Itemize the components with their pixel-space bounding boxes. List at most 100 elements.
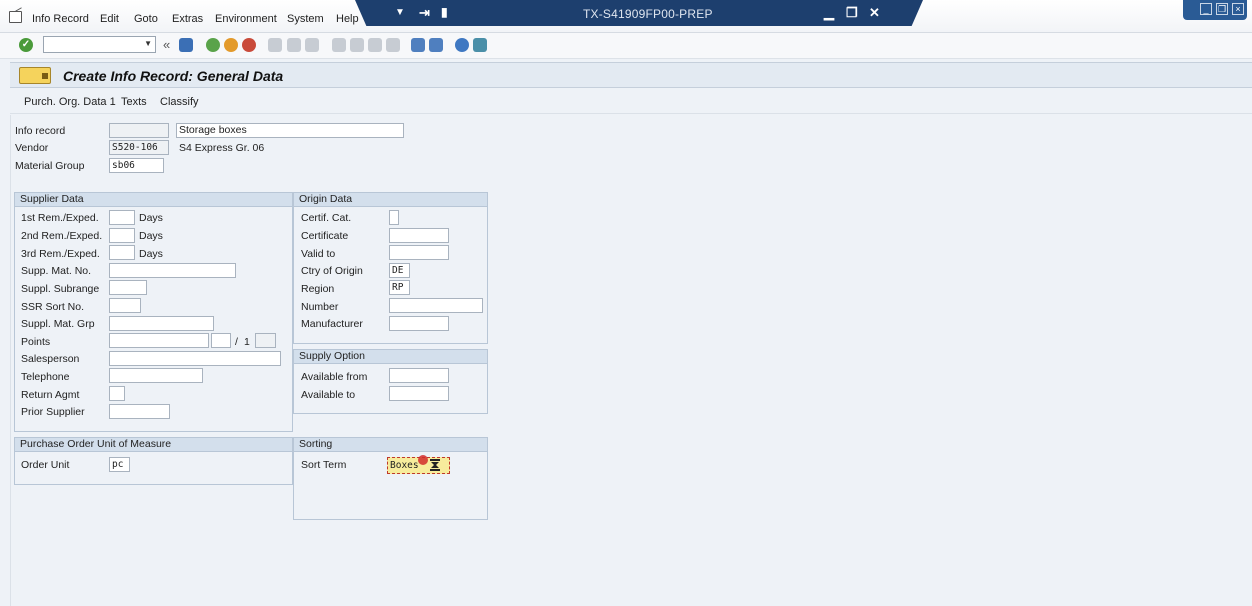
ssr-sort-input[interactable]	[109, 298, 141, 313]
rem3-days: Days	[139, 248, 163, 260]
return-agmt-label: Return Agmt	[21, 389, 80, 401]
supp-mat-no-input[interactable]	[109, 263, 236, 278]
certif-cat-label: Certif. Cat.	[301, 212, 352, 224]
texts-button[interactable]: Texts	[121, 96, 147, 108]
main-content: Info record Storage boxes Vendor S520-10…	[10, 115, 1252, 606]
hourglass-cursor-icon	[430, 459, 440, 471]
points-label: Points	[21, 336, 51, 348]
available-from-input[interactable]	[389, 368, 449, 383]
next-page-icon[interactable]	[368, 38, 382, 52]
first-page-icon[interactable]	[332, 38, 346, 52]
suppl-mat-grp-label: Suppl. Mat. Grp	[21, 318, 95, 330]
certificate-input[interactable]	[389, 228, 449, 243]
manufacturer-label: Manufacturer	[301, 318, 363, 330]
info-record-icon	[19, 67, 51, 84]
help-icon[interactable]	[455, 38, 469, 52]
create-session-icon[interactable]	[411, 38, 425, 52]
points-per-unit-input[interactable]	[255, 333, 276, 348]
sorting-title: Sorting	[294, 438, 487, 452]
menu-goto[interactable]: Goto	[134, 13, 158, 25]
customize-dropdown-icon[interactable]: ▼	[395, 7, 405, 18]
points-input[interactable]	[109, 333, 209, 348]
cancel-icon[interactable]	[242, 38, 256, 52]
certificate-label: Certificate	[301, 230, 349, 242]
sorting-group: Sorting	[293, 437, 488, 520]
prior-supplier-input[interactable]	[109, 404, 170, 419]
info-record-input[interactable]	[109, 123, 169, 138]
find-next-icon[interactable]	[305, 38, 319, 52]
outer-restore-icon[interactable]: ❐	[1216, 3, 1228, 15]
valid-to-input[interactable]	[389, 245, 449, 260]
click-indicator-icon	[418, 455, 428, 465]
rem2-label: 2nd Rem./Exped.	[21, 230, 103, 242]
supply-option-title: Supply Option	[294, 350, 487, 364]
material-group-label: Material Group	[15, 160, 85, 172]
outer-close-icon[interactable]: ×	[1232, 3, 1244, 15]
window-title: TX-S41909FP00-PREP	[583, 7, 713, 21]
menu-edit[interactable]: Edit	[100, 13, 119, 25]
telephone-label: Telephone	[21, 371, 70, 383]
region-input[interactable]: RP	[389, 280, 410, 295]
vendor-label: Vendor	[15, 142, 49, 154]
valid-to-label: Valid to	[301, 248, 336, 260]
number-label: Number	[301, 301, 339, 313]
outer-window-controls: _ ❐ ×	[1183, 0, 1247, 20]
save-icon[interactable]	[179, 38, 193, 52]
rem1-input[interactable]	[109, 210, 135, 225]
menu-help[interactable]: Help	[336, 13, 359, 25]
previous-page-icon[interactable]	[350, 38, 364, 52]
origin-data-title: Origin Data	[294, 193, 487, 207]
exit-icon[interactable]	[224, 38, 238, 52]
suppl-mat-grp-input[interactable]	[109, 316, 214, 331]
print-icon[interactable]	[268, 38, 282, 52]
enter-check-icon[interactable]: ✓	[19, 38, 33, 52]
info-record-text-input[interactable]: Storage boxes	[176, 123, 404, 138]
telephone-input[interactable]	[109, 368, 203, 383]
menu-bar: Info Record Edit Goto Extras Environment…	[0, 0, 1252, 33]
maximize-icon[interactable]: ❐	[846, 5, 858, 21]
ssr-sort-label: SSR Sort No.	[21, 301, 85, 313]
material-group-input[interactable]: sb06	[109, 158, 164, 173]
menu-environment[interactable]: Environment	[215, 13, 277, 25]
points-unit-input[interactable]	[211, 333, 231, 348]
number-input[interactable]	[389, 298, 483, 313]
available-to-label: Available to	[301, 389, 356, 401]
close-icon[interactable]: ✕	[869, 5, 880, 21]
rem2-input[interactable]	[109, 228, 135, 243]
manufacturer-input[interactable]	[389, 316, 449, 331]
find-icon[interactable]	[287, 38, 301, 52]
vendor-name: S4 Express Gr. 06	[179, 142, 265, 154]
rem3-input[interactable]	[109, 245, 135, 260]
rem1-days: Days	[139, 212, 163, 224]
outer-minimize-icon[interactable]: _	[1200, 3, 1212, 15]
pin-icon[interactable]: ⇥	[419, 5, 430, 21]
last-page-icon[interactable]	[386, 38, 400, 52]
prior-supplier-label: Prior Supplier	[21, 406, 85, 418]
subrange-label: Suppl. Subrange	[21, 283, 100, 295]
order-unit-input[interactable]: pc	[109, 457, 130, 472]
minimize-icon[interactable]: ▁	[824, 5, 834, 21]
page-title: Create Info Record: General Data	[63, 68, 284, 84]
vendor-input[interactable]: S520-106	[109, 140, 169, 155]
salesperson-input[interactable]	[109, 351, 281, 366]
certif-cat-input[interactable]	[389, 210, 399, 225]
application-toolbar: Purch. Org. Data 1 Texts Classify	[10, 88, 1252, 114]
command-field[interactable]: ▼	[43, 36, 156, 53]
back-icon[interactable]	[206, 38, 220, 52]
menu-info-record[interactable]: Info Record	[32, 13, 89, 25]
ctry-origin-input[interactable]: DE	[389, 263, 410, 278]
classify-button[interactable]: Classify	[160, 96, 199, 108]
menu-system[interactable]: System	[287, 13, 324, 25]
available-to-input[interactable]	[389, 386, 449, 401]
salesperson-label: Salesperson	[21, 353, 80, 365]
return-agmt-input[interactable]	[109, 386, 125, 401]
menu-extras[interactable]: Extras	[172, 13, 203, 25]
subrange-input[interactable]	[109, 280, 147, 295]
back-double-icon[interactable]: «	[163, 37, 170, 52]
chevron-down-icon[interactable]: ▼	[144, 39, 152, 48]
menu-exit-icon[interactable]	[9, 11, 22, 23]
shortcut-icon[interactable]	[429, 38, 443, 52]
layout-menu-icon[interactable]	[473, 38, 487, 52]
signal-icon: ▮	[441, 5, 448, 19]
purch-org-data-button[interactable]: Purch. Org. Data 1	[24, 96, 116, 108]
